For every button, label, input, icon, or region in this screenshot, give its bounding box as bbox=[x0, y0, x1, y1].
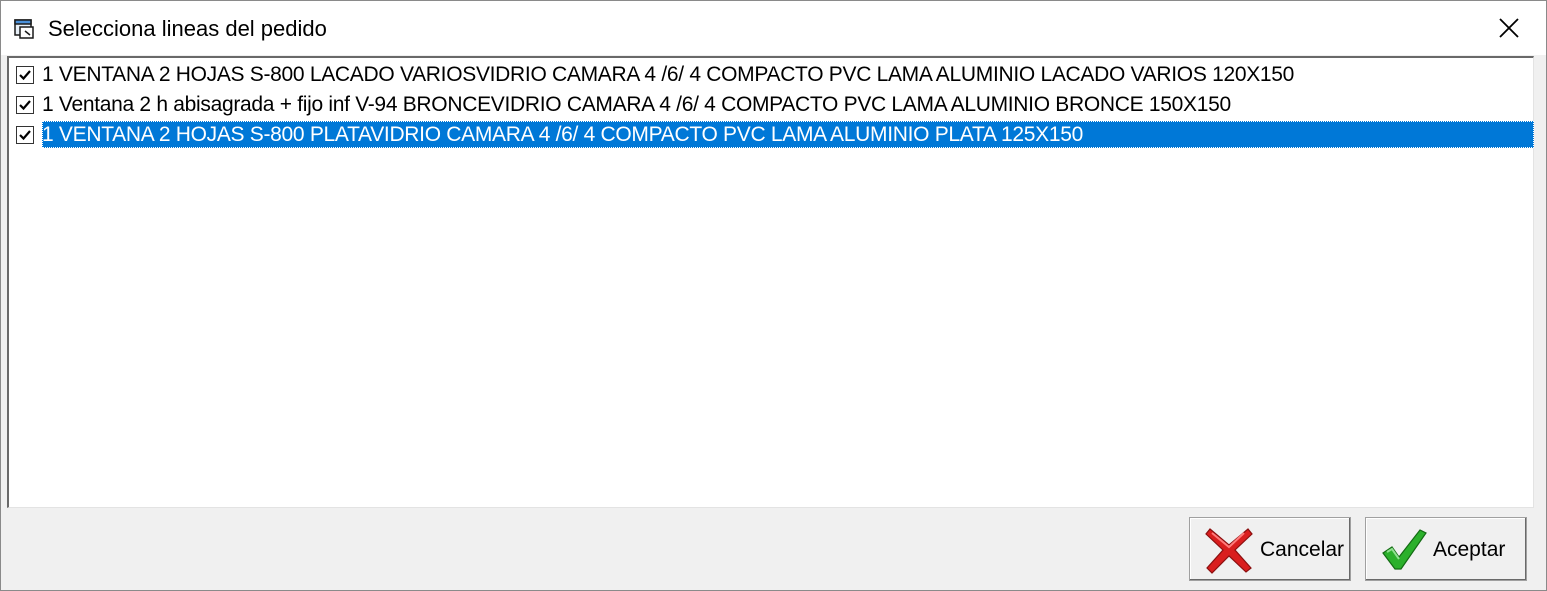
close-button[interactable] bbox=[1479, 9, 1539, 47]
list-item[interactable]: 1 VENTANA 2 HOJAS S-800 LACADO VARIOSVID… bbox=[11, 59, 1532, 89]
list-item-selected[interactable]: 1 VENTANA 2 HOJAS S-800 PLATAVIDRIO CAMA… bbox=[11, 119, 1534, 149]
checkmark-icon bbox=[19, 100, 31, 111]
checkmark-icon bbox=[19, 130, 31, 141]
list-item-label: 1 VENTANA 2 HOJAS S-800 LACADO VARIOSVID… bbox=[42, 63, 1295, 86]
window-title: Selecciona lineas del pedido bbox=[48, 16, 327, 41]
item-checkbox[interactable] bbox=[16, 126, 34, 144]
list-item-label: 1 Ventana 2 h abisagrada + fijo inf V-94… bbox=[42, 93, 1231, 116]
cancel-button[interactable]: Cancelar bbox=[1189, 517, 1351, 581]
dialog-window: Selecciona lineas del pedido 1 VENTANA 2… bbox=[0, 0, 1547, 591]
accept-label: Aceptar bbox=[1433, 538, 1506, 561]
accept-button[interactable]: Aceptar bbox=[1365, 517, 1527, 581]
window-app-icon bbox=[13, 17, 37, 41]
close-icon bbox=[1499, 18, 1519, 38]
title-bar: Selecciona lineas del pedido bbox=[1, 1, 1546, 55]
checkmark-icon bbox=[19, 70, 31, 81]
red-x-icon bbox=[1204, 525, 1254, 580]
list-item[interactable]: 1 Ventana 2 h abisagrada + fijo inf V-94… bbox=[11, 89, 1532, 119]
list-item-label: 1 VENTANA 2 HOJAS S-800 PLATAVIDRIO CAMA… bbox=[42, 121, 1534, 148]
order-lines-checklist[interactable]: 1 VENTANA 2 HOJAS S-800 LACADO VARIOSVID… bbox=[7, 56, 1534, 508]
green-check-icon bbox=[1380, 525, 1428, 578]
cancel-label: Cancelar bbox=[1260, 538, 1345, 561]
item-checkbox[interactable] bbox=[16, 66, 34, 84]
item-checkbox[interactable] bbox=[16, 96, 34, 114]
